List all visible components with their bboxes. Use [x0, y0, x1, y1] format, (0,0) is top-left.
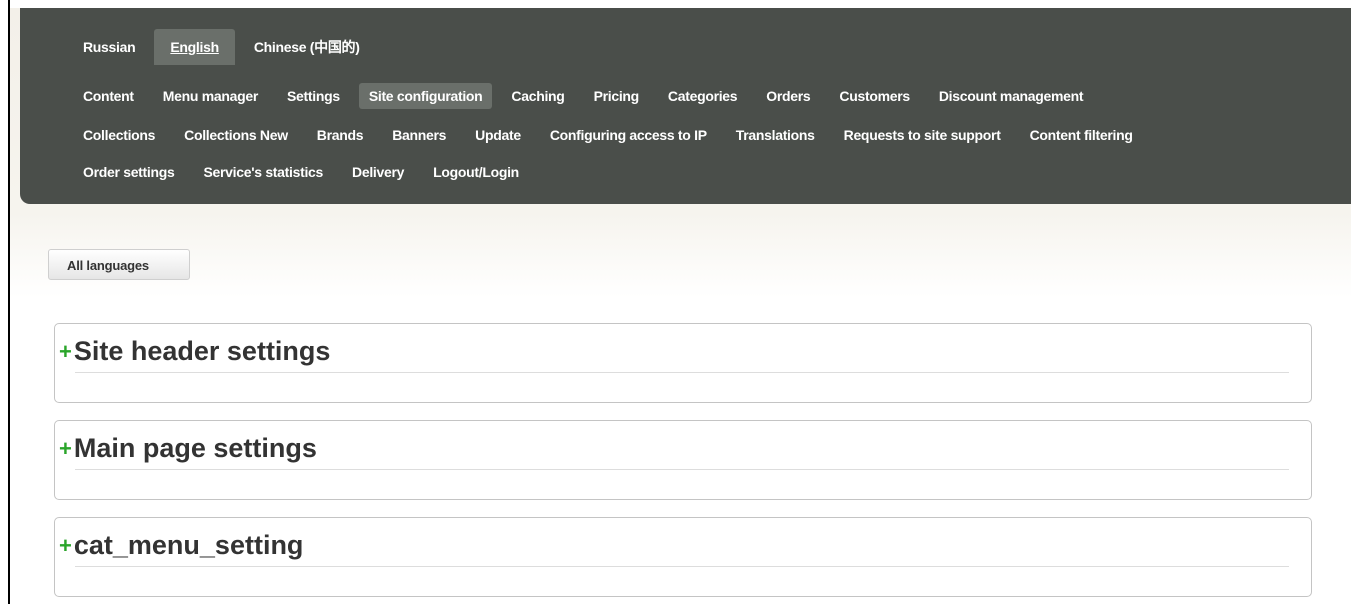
language-switcher: Russian English Chinese (中国的) — [73, 28, 379, 66]
panel-title: Main page settings — [73, 433, 317, 463]
nav-banners[interactable]: Banners — [382, 122, 456, 148]
panel-toggle-main-page-settings[interactable]: + Main page settings — [59, 433, 317, 464]
nav-translations[interactable]: Translations — [726, 122, 825, 148]
nav-menu-manager[interactable]: Menu manager — [153, 83, 268, 109]
admin-page: Russian English Chinese (中国的) Content Me… — [10, 8, 1351, 604]
nav-settings[interactable]: Settings — [277, 83, 350, 109]
nav-categories[interactable]: Categories — [658, 83, 747, 109]
nav-logout-login[interactable]: Logout/Login — [423, 159, 529, 185]
nav-discount-management[interactable]: Discount management — [929, 83, 1093, 109]
panel-divider — [75, 469, 1289, 470]
nav-customers[interactable]: Customers — [829, 83, 919, 109]
panel-divider — [75, 566, 1289, 567]
nav-update[interactable]: Update — [465, 122, 531, 148]
nav-collections-new[interactable]: Collections New — [174, 122, 298, 148]
all-languages-button[interactable]: All languages — [48, 249, 190, 280]
nav-requests-to-site-support[interactable]: Requests to site support — [834, 122, 1011, 148]
panel-title: Site header settings — [73, 336, 331, 366]
panel-toggle-cat-menu-setting[interactable]: + cat_menu_setting — [59, 530, 303, 561]
nav-delivery[interactable]: Delivery — [342, 159, 414, 185]
expand-plus-icon: + — [59, 338, 72, 364]
nav-row-3: Order settings Service's statistics Deli… — [73, 159, 538, 185]
panel-divider — [75, 372, 1289, 373]
nav-configuring-access-to-ip[interactable]: Configuring access to IP — [540, 122, 717, 148]
panel-cat-menu-setting: + cat_menu_setting — [54, 517, 1312, 597]
nav-content[interactable]: Content — [73, 83, 144, 109]
expand-plus-icon: + — [59, 532, 72, 558]
nav-brands[interactable]: Brands — [307, 122, 373, 148]
screenshot-top-margin — [0, 0, 1351, 8]
panel-title: cat_menu_setting — [73, 530, 304, 560]
nav-pricing[interactable]: Pricing — [584, 83, 649, 109]
nav-content-filtering[interactable]: Content filtering — [1020, 122, 1143, 148]
panel-site-header-settings: + Site header settings — [54, 323, 1312, 403]
nav-orders[interactable]: Orders — [756, 83, 820, 109]
nav-order-settings[interactable]: Order settings — [73, 159, 185, 185]
panel-main-page-settings: + Main page settings — [54, 420, 1312, 500]
lang-tab-chinese[interactable]: Chinese (中国的) — [244, 27, 370, 67]
lang-tab-russian[interactable]: Russian — [73, 29, 145, 65]
nav-row-2: Collections Collections New Brands Banne… — [73, 122, 1152, 148]
nav-services-statistics[interactable]: Service's statistics — [194, 159, 334, 185]
nav-collections[interactable]: Collections — [73, 122, 165, 148]
lang-tab-english[interactable]: English — [154, 29, 235, 65]
nav-row-1: Content Menu manager Settings Site confi… — [73, 83, 1102, 109]
panel-toggle-site-header-settings[interactable]: + Site header settings — [59, 336, 330, 367]
admin-header: Russian English Chinese (中国的) Content Me… — [20, 8, 1351, 204]
expand-plus-icon: + — [59, 435, 72, 461]
nav-caching[interactable]: Caching — [501, 83, 574, 109]
nav-site-configuration[interactable]: Site configuration — [358, 83, 493, 109]
